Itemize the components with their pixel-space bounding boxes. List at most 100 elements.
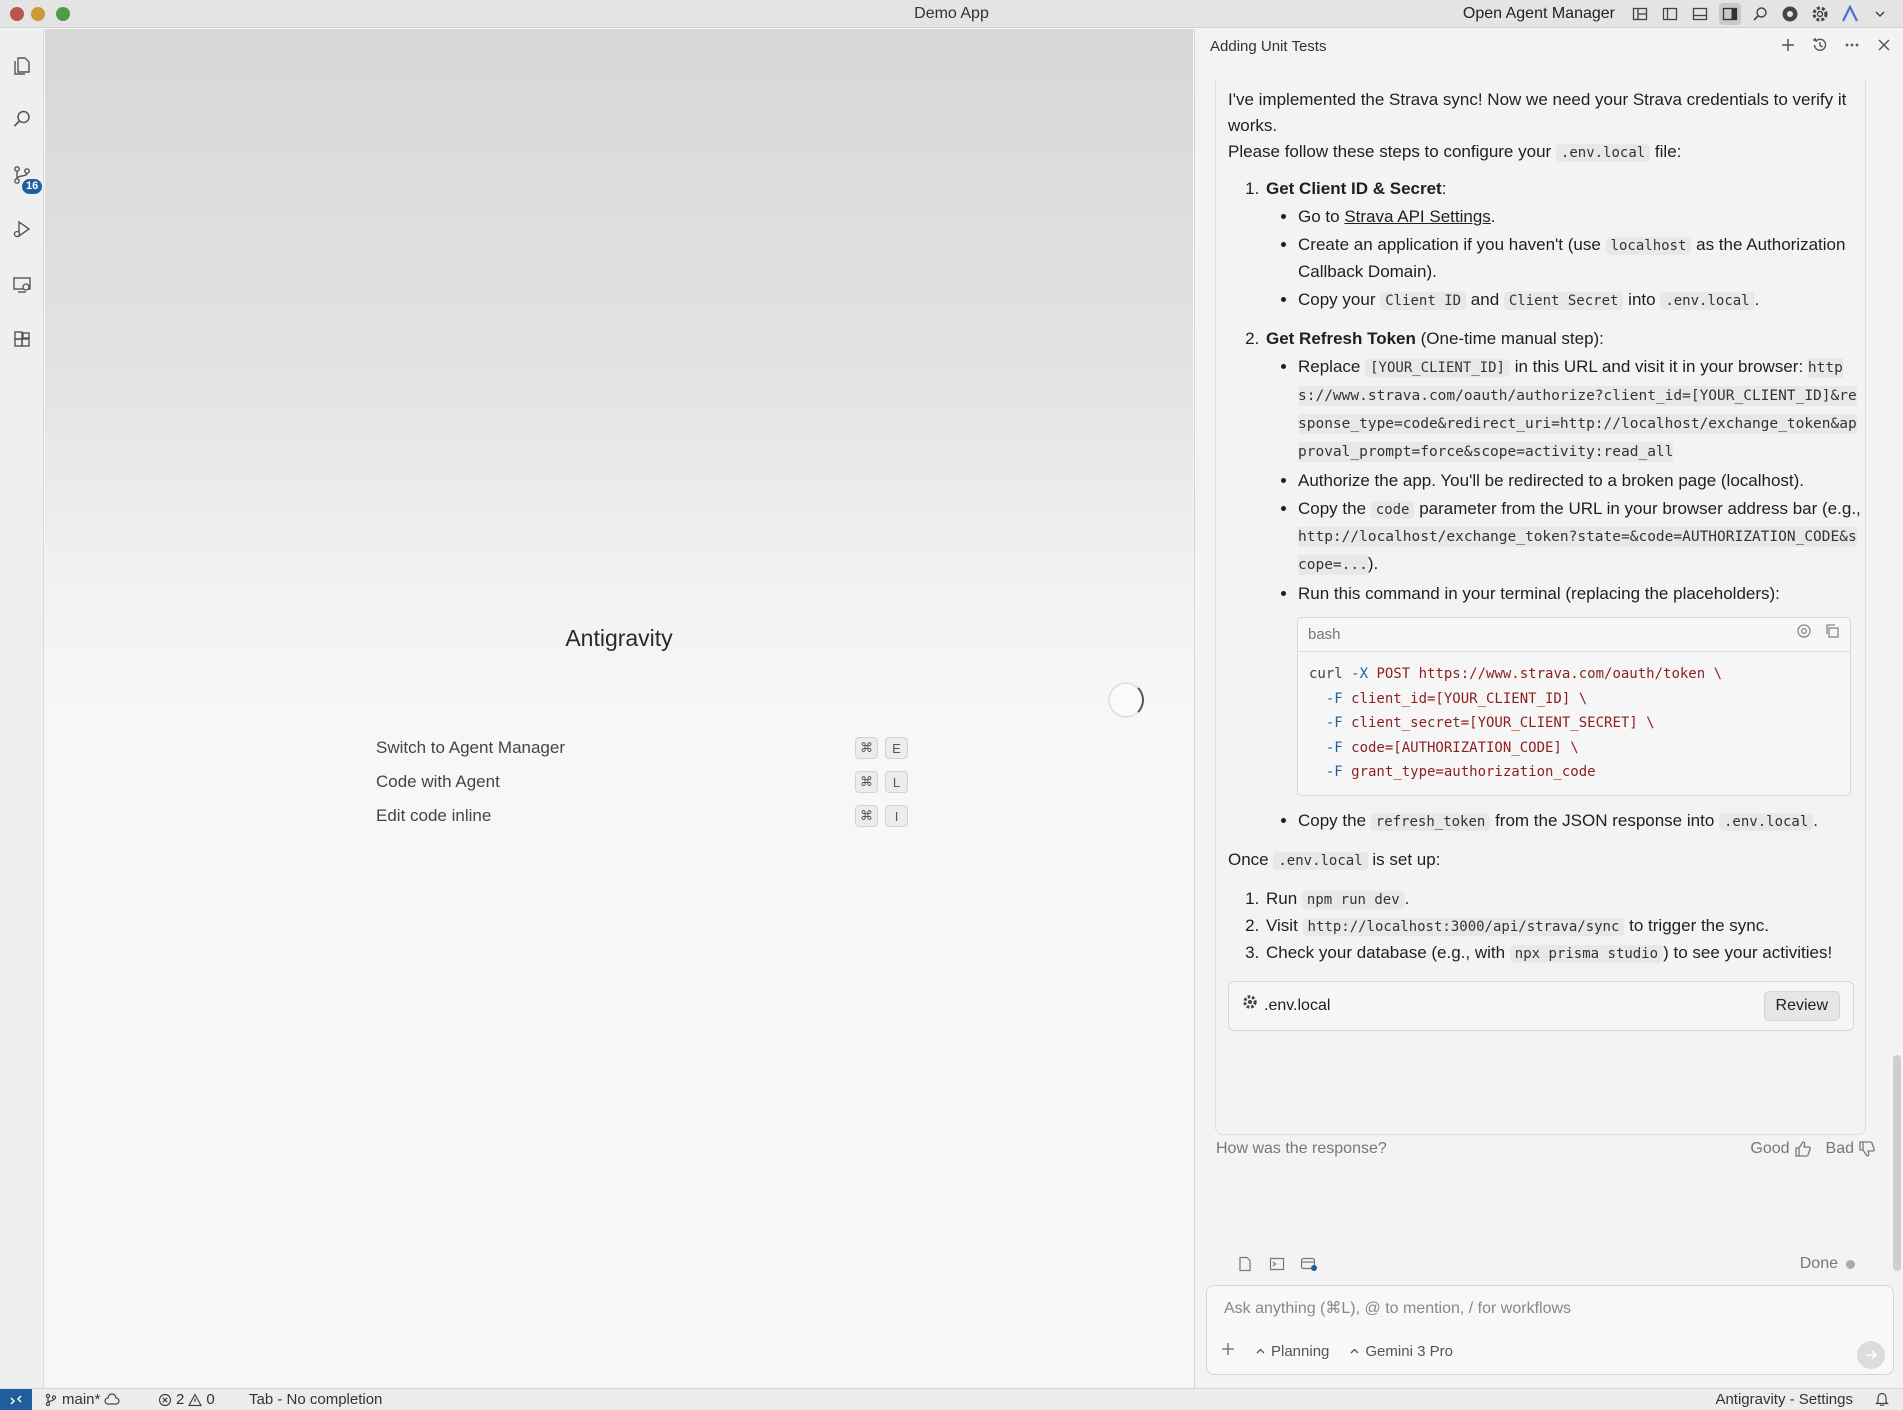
thumbs-up-icon — [1794, 1141, 1811, 1157]
window-close-button[interactable] — [10, 7, 24, 21]
chevron-up-icon — [1350, 1348, 1359, 1353]
feedback-question: How was the response? — [1216, 1140, 1387, 1157]
file-change-card: .env.local Review — [1228, 980, 1854, 1031]
chat-input[interactable] — [1224, 1300, 1784, 1318]
code-language-label: bash — [1308, 625, 1341, 643]
code-line: -F client_secret=[YOUR_CLIENT_SECRET] \ — [1325, 715, 1655, 732]
source-control-badge: 16 — [22, 179, 43, 194]
source-control-icon[interactable]: 16 — [6, 159, 43, 194]
settings-gear-icon[interactable] — [1809, 3, 1831, 25]
step-get-refresh-token: Get Refresh Token (One-time manual step)… — [1264, 326, 1865, 835]
list-item: Copy the refresh_token from the JSON res… — [1298, 808, 1865, 835]
list-item: Copy your Client ID and Client Secret in… — [1298, 287, 1865, 314]
file-name: .env.local — [1264, 996, 1331, 1014]
once-setup-text: Once .env.local is set up: — [1228, 849, 1441, 870]
git-branch-icon — [45, 1393, 57, 1406]
cmd-key: ⌘ — [855, 805, 878, 827]
list-item: Replace [YOUR_CLIENT_ID] in this URL and… — [1298, 354, 1865, 466]
mode-selector[interactable]: Planning — [1255, 1343, 1329, 1360]
settings-status[interactable]: Antigravity - Settings — [1715, 1391, 1853, 1408]
good-feedback-button[interactable]: Good — [1750, 1140, 1811, 1158]
run-steps-list: Run npm run dev. Visit http://localhost:… — [1264, 886, 1865, 967]
example-redirect-url: http://localhost/exchange_token?state=&c… — [1298, 527, 1857, 575]
list-item: Run this command in your terminal (repla… — [1297, 581, 1865, 796]
editor-area: Antigravity Switch to Agent Manager ⌘ E C… — [45, 29, 1193, 1392]
step-get-client-id: Get Client ID & Secret: Go to Strava API… — [1264, 176, 1865, 314]
done-status: Done — [1800, 1255, 1855, 1273]
thumbs-down-icon — [1859, 1141, 1875, 1157]
copy-icon[interactable] — [1824, 622, 1840, 648]
browser-tab-icon[interactable] — [1299, 1254, 1319, 1274]
code-line: curl -X POST https://www.strava.com/oaut… — [1309, 666, 1723, 682]
bash-code-block: bash curl -X POST https://www.strava.com… — [1297, 617, 1851, 796]
history-icon[interactable] — [1810, 35, 1830, 55]
completion-status[interactable]: Tab - No completion — [249, 1391, 382, 1408]
cmd-key: ⌘ — [855, 737, 878, 759]
status-dot-icon — [1846, 1259, 1855, 1269]
welcome-brand-title: Antigravity — [565, 625, 673, 651]
agent-panel-header: Adding Unit Tests — [1195, 29, 1903, 63]
warning-icon — [188, 1392, 203, 1406]
chevron-down-icon[interactable] — [1869, 3, 1891, 25]
toggle-primary-sidebar-icon[interactable] — [1659, 3, 1681, 25]
strava-api-settings-link[interactable]: Strava API Settings — [1344, 207, 1490, 226]
list-item: Authorize the app. You'll be redirected … — [1298, 468, 1865, 494]
run-debug-icon[interactable] — [6, 213, 38, 245]
code-line: -F client_id=[YOUR_CLIENT_ID] \ — [1325, 690, 1588, 707]
extensions-icon[interactable] — [6, 324, 38, 356]
agent-panel: Adding Unit Tests I've implemented the S… — [1194, 29, 1903, 1392]
toggle-panel-icon[interactable] — [1689, 3, 1711, 25]
shortcut-label: Edit code inline — [376, 806, 492, 825]
problems-indicator[interactable]: 2 0 — [158, 1391, 215, 1408]
remote-explorer-icon[interactable] — [6, 269, 38, 301]
panel-scrollbar[interactable] — [1893, 1055, 1901, 1271]
intro-text-2: Please follow these steps to configure y… — [1228, 142, 1682, 162]
account-logo-icon[interactable] — [1839, 3, 1861, 25]
shortcut-label: Switch to Agent Manager — [376, 738, 566, 757]
branch-indicator[interactable]: main* — [44, 1391, 120, 1408]
explorer-files-icon[interactable] — [6, 49, 38, 81]
open-agent-manager-link[interactable]: Open Agent Manager — [1463, 5, 1615, 23]
letter-key: E — [885, 737, 908, 759]
shortcut-switch-agent-manager[interactable]: Switch to Agent Manager ⌘ E — [376, 731, 908, 765]
activity-bar: 16 — [0, 29, 44, 1392]
shortcut-list: Switch to Agent Manager ⌘ E Code with Age… — [376, 731, 908, 833]
letter-key: I — [885, 805, 908, 827]
add-context-plus-icon[interactable] — [1221, 1342, 1235, 1360]
send-button[interactable] — [1857, 1341, 1885, 1369]
intro-text: I've implemented the Strava sync! Now we… — [1228, 90, 1847, 135]
search-icon[interactable] — [1749, 3, 1771, 25]
search-icon[interactable] — [6, 103, 38, 135]
status-bar: main* 2 0 Tab - No completion Antigravit… — [0, 1388, 1903, 1410]
browser-icon[interactable] — [1779, 3, 1801, 25]
window-maximize-button[interactable] — [56, 7, 70, 21]
new-conversation-plus-icon[interactable] — [1778, 35, 1798, 55]
chevron-up-icon — [1256, 1348, 1265, 1353]
close-panel-icon[interactable] — [1874, 35, 1894, 55]
list-item: Check your database (e.g., with npx pris… — [1264, 940, 1865, 967]
shortcut-edit-code-inline[interactable]: Edit code inline ⌘ I — [376, 799, 908, 833]
file-icon[interactable] — [1235, 1254, 1255, 1274]
list-item: Run npm run dev. — [1264, 886, 1865, 913]
remote-indicator-icon[interactable] — [0, 1389, 32, 1410]
title-bar: Demo App Open Agent Manager — [0, 0, 1903, 28]
window-minimize-button[interactable] — [31, 7, 45, 21]
chat-input-box: Planning Gemini 3 Pro — [1206, 1285, 1894, 1375]
shortcut-code-with-agent[interactable]: Code with Agent ⌘ L — [376, 765, 908, 799]
error-icon — [158, 1393, 172, 1406]
review-button[interactable]: Review — [1763, 990, 1840, 1021]
layout-grid-icon[interactable] — [1629, 3, 1651, 25]
insert-at-icon[interactable] — [1796, 622, 1812, 648]
list-item: Visit http://localhost:3000/api/strava/s… — [1264, 913, 1865, 940]
gear-icon — [1242, 993, 1258, 1019]
model-selector[interactable]: Gemini 3 Pro — [1349, 1343, 1453, 1360]
bad-feedback-button[interactable]: Bad — [1826, 1140, 1876, 1158]
arrow-right-icon — [1866, 1350, 1878, 1360]
toggle-secondary-sidebar-icon[interactable] — [1719, 3, 1741, 25]
letter-key: L — [885, 771, 908, 793]
list-item: Copy the code parameter from the URL in … — [1298, 496, 1865, 579]
terminal-icon[interactable] — [1267, 1254, 1287, 1274]
notifications-bell-icon[interactable] — [1875, 1391, 1889, 1406]
more-options-icon[interactable] — [1842, 35, 1862, 55]
code-line: -F grant_type=authorization_code — [1325, 764, 1596, 781]
